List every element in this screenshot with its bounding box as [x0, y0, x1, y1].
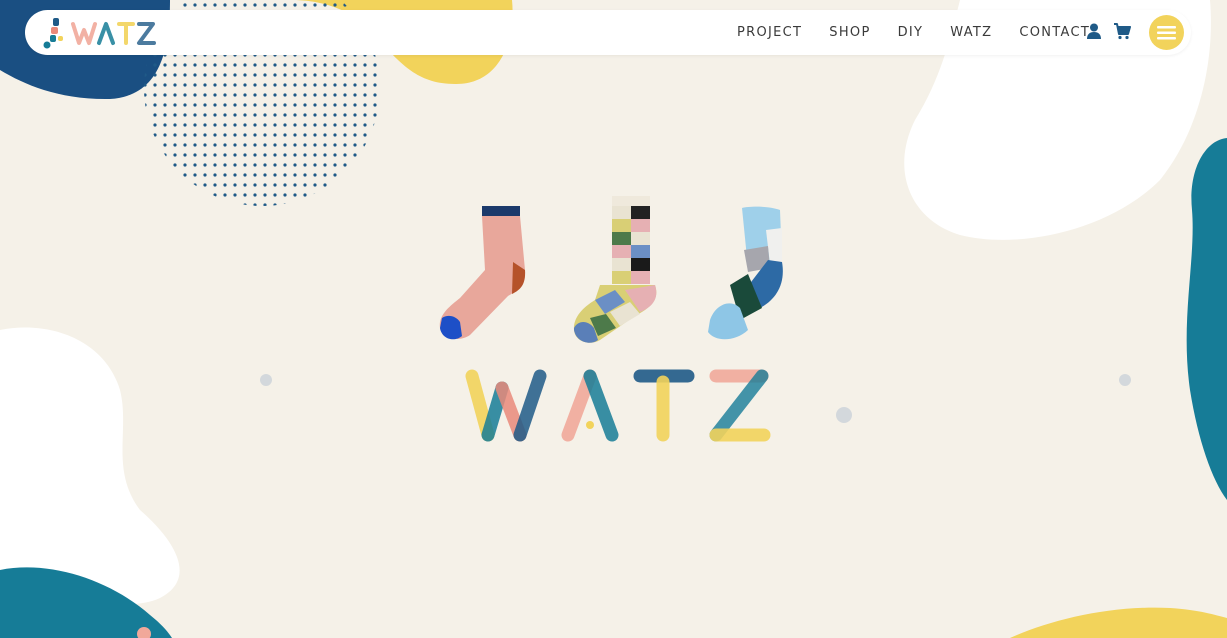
wordmark-dot [586, 421, 594, 429]
watz-logo-mark [43, 18, 156, 49]
hero-wordmark-watz [465, 369, 771, 442]
sock-patchwork-blue[interactable] [708, 206, 783, 340]
cart-icon[interactable] [1113, 22, 1133, 42]
main-nav: PROJECT SHOP DIY WATZ CONTACT [737, 10, 1090, 55]
nav-project[interactable]: PROJECT [737, 25, 802, 40]
grey-dot [260, 374, 272, 386]
site-logo[interactable] [43, 16, 161, 50]
hamburger-menu-icon [1157, 26, 1176, 40]
top-navbar: PROJECT SHOP DIY WATZ CONTACT [25, 10, 1191, 55]
nav-diy[interactable]: DIY [898, 25, 924, 40]
nav-contact[interactable]: CONTACT [1019, 25, 1090, 40]
white-blob-left [0, 327, 180, 605]
user-icon[interactable] [1085, 22, 1105, 42]
grey-dot [836, 407, 852, 423]
hero-artwork [439, 196, 783, 442]
yellow-blob-bottom-right [1010, 607, 1227, 638]
grey-dot [1119, 374, 1131, 386]
sock-pink[interactable] [439, 206, 526, 340]
nav-shop[interactable]: SHOP [829, 25, 870, 40]
nav-watz[interactable]: WATZ [950, 25, 992, 40]
hamburger-menu-button[interactable] [1149, 15, 1184, 50]
sock-checkered[interactable] [573, 196, 657, 343]
teal-blob-right [1186, 138, 1227, 500]
